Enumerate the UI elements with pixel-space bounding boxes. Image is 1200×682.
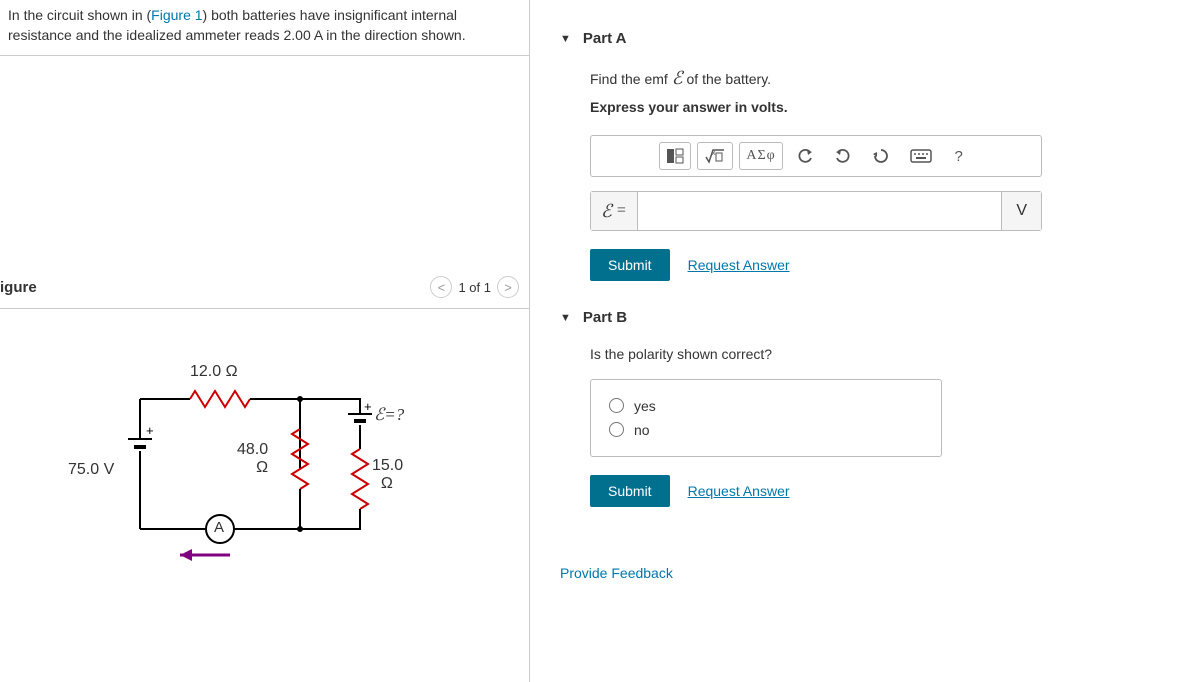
- part-b-header[interactable]: ▼ Part B: [560, 309, 1170, 326]
- left-panel: In the circuit shown in (Figure 1) both …: [0, 0, 530, 682]
- ammeter-label: A: [214, 519, 224, 536]
- v1-label: 75.0 V: [68, 461, 114, 479]
- part-a-title: Part A: [583, 30, 627, 47]
- help-button[interactable]: ?: [945, 142, 973, 170]
- part-b-block: ▼ Part B Is the polarity shown correct? …: [560, 309, 1170, 506]
- greek-button[interactable]: ΑΣφ: [739, 142, 782, 170]
- sqrt-button[interactable]: x: [697, 142, 733, 170]
- undo-button[interactable]: [789, 142, 821, 170]
- pager-next-button[interactable]: >: [497, 276, 519, 298]
- r3-label: 15.0 Ω: [372, 457, 403, 493]
- part-a-header[interactable]: ▼ Part A: [560, 30, 1170, 47]
- part-b-title: Part B: [583, 309, 627, 326]
- answer-toolbar: x ΑΣφ: [590, 135, 1042, 177]
- figure-pager: < 1 of 1 >: [430, 276, 519, 298]
- part-b-prompt: Is the polarity shown correct?: [590, 344, 1170, 364]
- svg-text:x: x: [712, 150, 716, 157]
- radio-yes[interactable]: yes: [609, 394, 923, 418]
- figure-section: igure < 1 of 1 >: [0, 56, 529, 682]
- radio-group: yes no: [590, 379, 942, 457]
- figure-link[interactable]: Figure 1: [151, 7, 202, 23]
- submit-button-a[interactable]: Submit: [590, 249, 670, 281]
- figure-title: igure: [0, 279, 37, 296]
- circuit-diagram: + +: [60, 369, 420, 569]
- submit-button-b[interactable]: Submit: [590, 475, 670, 507]
- reset-button[interactable]: [865, 142, 897, 170]
- radio-yes-input[interactable]: [609, 398, 624, 413]
- part-a-instruction: Express your answer in volts.: [590, 97, 1170, 117]
- request-answer-a[interactable]: Request Answer: [688, 257, 790, 273]
- svg-text:+: +: [364, 399, 372, 414]
- part-a-prompt: Find the emf ℰ of the battery.: [590, 65, 1170, 91]
- collapse-icon: ▼: [560, 312, 571, 324]
- answer-row: ℰ = V: [590, 191, 1042, 231]
- right-panel: ▼ Part A Find the emf ℰ of the battery. …: [530, 0, 1200, 682]
- collapse-icon: ▼: [560, 33, 571, 45]
- request-answer-b[interactable]: Request Answer: [688, 483, 790, 499]
- svg-text:+: +: [146, 423, 154, 438]
- radio-no-label: no: [634, 422, 650, 438]
- radio-yes-label: yes: [634, 398, 656, 414]
- r2-label: 48.0Ω: [237, 441, 268, 477]
- answer-input[interactable]: [638, 192, 1002, 230]
- pager-text: 1 of 1: [458, 280, 491, 295]
- keyboard-button[interactable]: [903, 142, 939, 170]
- radio-no-input[interactable]: [609, 422, 624, 437]
- part-a-block: ▼ Part A Find the emf ℰ of the battery. …: [560, 30, 1170, 281]
- template-button[interactable]: [659, 142, 691, 170]
- radio-no[interactable]: no: [609, 418, 923, 442]
- answer-prefix: ℰ =: [591, 192, 638, 230]
- r1-label: 12.0 Ω: [190, 363, 238, 381]
- problem-prefix: In the circuit shown in (: [8, 7, 151, 23]
- redo-button[interactable]: [827, 142, 859, 170]
- provide-feedback-link[interactable]: Provide Feedback: [560, 565, 673, 581]
- emf-label: ℰ=?: [374, 405, 404, 425]
- pager-prev-button[interactable]: <: [430, 276, 452, 298]
- answer-suffix: V: [1001, 192, 1041, 230]
- problem-statement: In the circuit shown in (Figure 1) both …: [0, 0, 529, 56]
